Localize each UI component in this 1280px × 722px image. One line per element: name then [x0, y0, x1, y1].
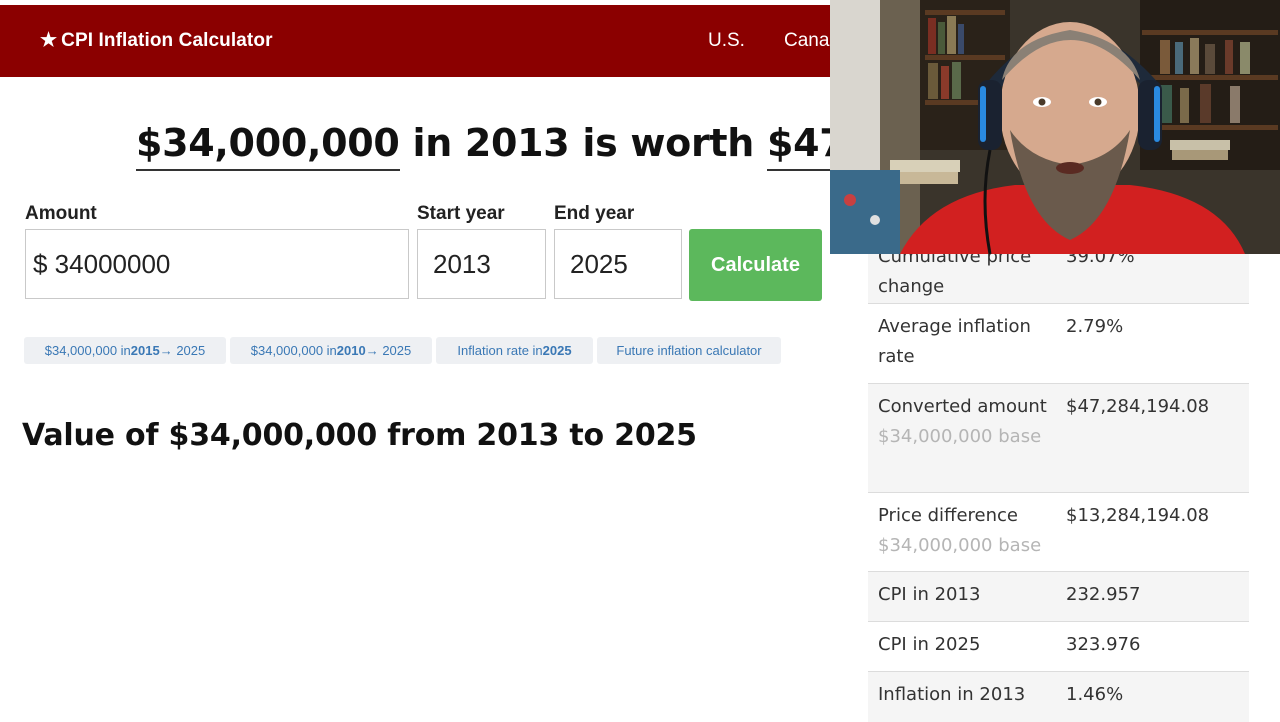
stats-label-text: Converted amount [878, 396, 1047, 417]
stats-row-average-inflation: Average inflation rate 2.79% [868, 304, 1249, 384]
stats-value: 2.79% [1066, 316, 1124, 337]
stats-label: CPI in 2025 [878, 634, 981, 655]
star-icon: ★ [40, 30, 58, 51]
stats-label-text: Price difference [878, 505, 1018, 526]
chip-year: 2025 [542, 343, 572, 358]
stats-row-inflation-2013: Inflation in 2013 1.46% [868, 672, 1249, 722]
site-title: CPI Inflation Calculator [61, 30, 273, 51]
calculate-button[interactable]: Calculate [689, 229, 822, 301]
start-year-input[interactable]: 2013 [417, 229, 546, 299]
chip-text: $34,000,000 in [250, 343, 337, 358]
stats-label: Average inflation rate [878, 316, 1031, 367]
amount-label: Amount [25, 203, 97, 224]
chip-text: Future inflation calculator [616, 343, 762, 358]
stats-label-line: change [878, 276, 945, 297]
headline-amount: $34,000,000 [136, 121, 400, 171]
stats-label: Price difference $34,000,000 base [878, 501, 1050, 561]
chip-link-future-calculator[interactable]: Future inflation calculator [597, 337, 781, 364]
stats-value: 323.976 [1066, 634, 1141, 655]
chip-text: → 2025 [365, 343, 412, 358]
headline-middle: in 2013 is worth [399, 121, 767, 165]
result-headline: $34,000,000 in 2013 is worth $47,28 [136, 121, 912, 171]
stats-row-cpi-2013: CPI in 2013 232.957 [868, 572, 1249, 622]
stats-label: CPI in 2013 [878, 584, 981, 605]
chip-year: 2010 [336, 343, 366, 358]
stats-label: Converted amount $34,000,000 base [878, 392, 1050, 452]
chip-link-2015[interactable]: $34,000,000 in 2015 → 2025 [24, 337, 226, 364]
stats-value: $47,284,194.08 [1066, 396, 1210, 417]
end-year-input[interactable]: 2025 [554, 229, 682, 299]
stats-row-converted-amount: Converted amount $34,000,000 base $47,284… [868, 384, 1249, 493]
stats-value: $13,284,194.08 [1066, 505, 1210, 526]
chip-link-2010[interactable]: $34,000,000 in 2010 → 2025 [230, 337, 432, 364]
chip-text: $34,000,000 in [44, 343, 131, 358]
value-heading: Value of $34,000,000 from 2013 to 2025 [22, 418, 697, 453]
stats-label: Inflation in 2013 [878, 684, 1026, 705]
stats-sub-text: $34,000,000 base [878, 535, 1042, 556]
chip-year: 2015 [130, 343, 160, 358]
start-year-label: Start year [417, 203, 505, 224]
nav-link-canada[interactable]: Cana [784, 30, 829, 52]
chip-text: Inflation rate in [457, 343, 543, 358]
stats-sub-text: $34,000,000 base [878, 426, 1042, 447]
nav-link-us[interactable]: U.S. [708, 30, 745, 52]
stats-value: 232.957 [1066, 584, 1141, 605]
chip-text: → 2025 [159, 343, 206, 358]
end-year-label: End year [554, 203, 635, 224]
stats-row-cpi-2025: CPI in 2025 323.976 [868, 622, 1249, 672]
amount-input[interactable]: $ 34000000 [25, 229, 409, 299]
stats-row-price-difference: Price difference $34,000,000 base $13,284… [868, 493, 1249, 572]
chip-link-inflation-rate[interactable]: Inflation rate in 2025 [436, 337, 593, 364]
webcam-presenter-image [830, 0, 1280, 254]
stats-value: 1.46% [1066, 684, 1124, 705]
webcam-overlay [830, 0, 1280, 254]
site-logo-link[interactable]: ★ CPI Inflation Calculator [40, 29, 273, 52]
